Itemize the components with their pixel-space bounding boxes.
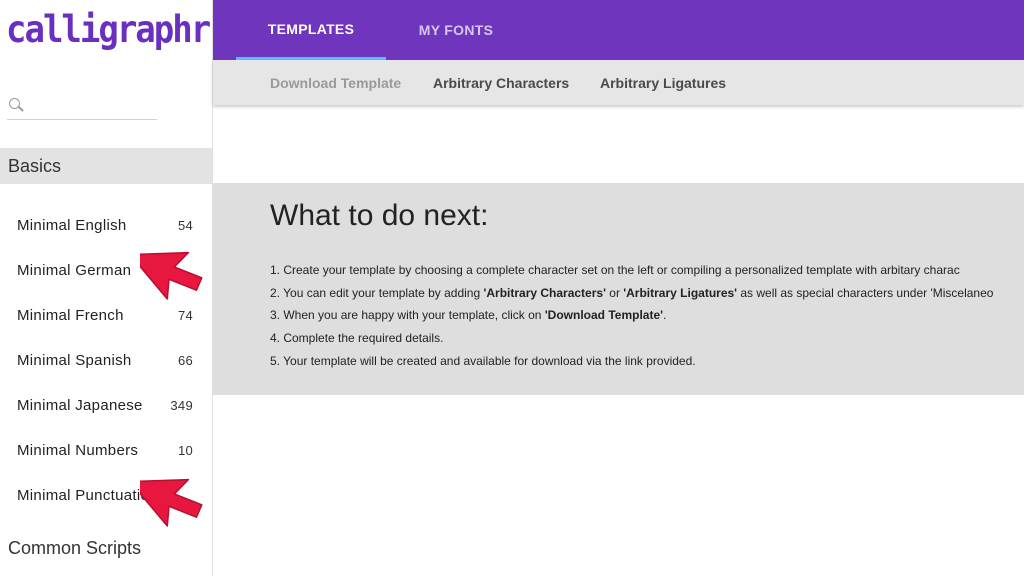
sidebar-item-minimal-spanish[interactable]: Minimal Spanish 66 [0,338,212,383]
instruction-step: 5. Your template will be created and ava… [270,350,1024,373]
sidebar-item-label: Minimal Punctuation [17,487,158,504]
top-nav: TEMPLATES MY FONTS [213,0,1024,60]
step-text: You can edit your template by adding [283,285,484,300]
step-text: . [662,308,667,323]
arrow-pointer-icon [140,251,203,300]
subtab-label: Arbitrary Characters [433,74,570,91]
search-icon [9,98,23,112]
step-emphasis: 'Download Template' [544,308,663,323]
sidebar-item-label: Minimal French [17,307,124,324]
step-number: 4. [270,331,284,346]
instructions-list: 1. Create your template by choosing a co… [270,259,1024,373]
subtab-label: Arbitrary Ligatures [600,74,727,91]
sidebar-item-count: 66 [177,353,193,368]
step-text: When you are happy with your template, c… [283,308,545,323]
sidebar-item-count: 74 [177,308,193,323]
search-input[interactable] [29,96,155,118]
step-text: as well as special characters under 'Mis… [737,285,994,300]
step-number: 2. [270,285,284,300]
tab-my-fonts[interactable]: MY FONTS [406,0,506,60]
instruction-step: 1. Create your template by choosing a co… [270,259,1024,282]
tab-label: TEMPLATES [267,20,355,37]
tab-templates[interactable]: TEMPLATES [236,0,386,60]
sidebar-item-label: Minimal German [17,262,132,279]
sidebar-item-count: 349 [170,398,193,413]
instruction-step: 2. You can edit your template by adding … [270,282,1024,305]
search-box[interactable] [7,96,157,120]
sidebar-item-label: Minimal Japanese [17,397,143,414]
logo-text[interactable]: calligraphr [6,8,211,52]
step-number: 1. [270,263,284,277]
subtab-arbitrary-characters[interactable]: Arbitrary Characters [433,60,569,105]
step-number: 5. [270,353,284,368]
sidebar-item-label: Minimal English [17,217,127,234]
step-text: Your template will be created and availa… [283,353,696,368]
instructions-heading: What to do next: [270,199,489,232]
sub-nav: Download Template Arbitrary Characters A… [213,60,1024,105]
step-emphasis: 'Arbitrary Ligatures' [623,285,738,300]
step-emphasis: 'Arbitrary Characters' [483,285,606,300]
section-header-common-scripts: Common Scripts [0,530,212,566]
instructions-panel: What to do next: 1. Create your template… [213,183,1024,395]
subtab-download-template[interactable]: Download Template [270,60,401,105]
step-number: 3. [270,308,284,323]
subtab-label: Download Template [270,74,402,91]
step-text: or [605,285,624,300]
section-title: Basics [8,155,62,176]
subtab-arbitrary-ligatures[interactable]: Arbitrary Ligatures [600,60,726,105]
logo[interactable]: calligraphr [0,0,212,60]
tab-label: MY FONTS [418,22,494,38]
instruction-step: 3. When you are happy with your template… [270,304,1024,327]
section-title: Common Scripts [8,537,142,558]
arrow-pointer-icon [140,478,203,527]
instruction-step: 4. Complete the required details. [270,327,1024,350]
sidebar-item-minimal-japanese[interactable]: Minimal Japanese 349 [0,383,212,428]
section-header-basics: Basics [0,148,212,184]
step-text: Complete the required details. [283,331,444,346]
sidebar-item-label: Minimal Numbers [17,442,139,459]
step-text: Create your template by choosing a compl… [283,263,960,277]
sidebar-item-label: Minimal Spanish [17,352,132,369]
